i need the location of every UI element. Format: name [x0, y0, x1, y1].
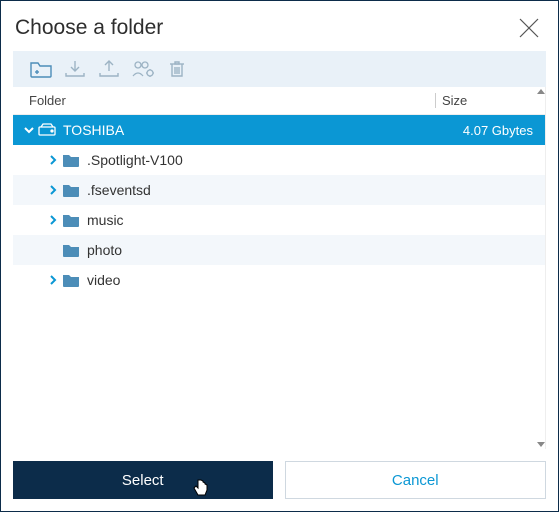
chevron-right-icon[interactable] — [45, 215, 61, 225]
folder-icon — [61, 243, 81, 257]
tree-row-label: video — [87, 272, 435, 288]
new-folder-button[interactable] — [29, 57, 53, 81]
toolbar — [13, 51, 546, 87]
chevron-right-icon[interactable] — [45, 155, 61, 165]
tree-row[interactable]: music — [13, 205, 545, 235]
select-button[interactable]: Select — [13, 461, 273, 499]
tree-row-size: 4.07 Gbytes — [435, 123, 545, 138]
close-button[interactable] — [516, 15, 542, 41]
table-header: Folder Size — [13, 87, 545, 115]
trash-icon — [167, 59, 187, 79]
cancel-button-label: Cancel — [392, 472, 439, 489]
download-button[interactable] — [63, 57, 87, 81]
folder-icon — [61, 273, 81, 287]
folder-icon — [61, 213, 81, 227]
tree-row-label: .fseventsd — [87, 182, 435, 198]
scrollbar[interactable] — [537, 87, 545, 449]
tree-row-label: .Spotlight-V100 — [87, 152, 435, 168]
tree-row-label: TOSHIBA — [63, 122, 435, 138]
dialog-footer: Select Cancel — [1, 449, 558, 511]
tree-row[interactable]: video — [13, 265, 545, 295]
dialog-header: Choose a folder — [1, 1, 558, 51]
folder-chooser-dialog: Choose a folder Folder Size TOSHIBA4.07 … — [1, 1, 558, 511]
folder-plus-icon — [29, 59, 53, 79]
tree-row-label: music — [87, 212, 435, 228]
select-button-label: Select — [122, 472, 164, 489]
tree-row[interactable]: TOSHIBA4.07 Gbytes — [13, 115, 545, 145]
column-folder[interactable]: Folder — [29, 93, 435, 108]
tree-row-label: photo — [87, 242, 435, 258]
scroll-down-icon — [537, 442, 545, 447]
column-size[interactable]: Size — [435, 93, 535, 108]
scroll-up-icon — [537, 89, 545, 94]
permissions-button[interactable] — [131, 57, 155, 81]
upload-button[interactable] — [97, 57, 121, 81]
cancel-button[interactable]: Cancel — [285, 461, 547, 499]
chevron-right-icon[interactable] — [45, 185, 61, 195]
download-icon — [64, 59, 86, 79]
close-icon — [518, 17, 540, 39]
tree-row[interactable]: photo — [13, 235, 545, 265]
chevron-down-icon[interactable] — [21, 125, 37, 135]
cursor-hand-icon — [193, 479, 209, 497]
tree-row[interactable]: .fseventsd — [13, 175, 545, 205]
dialog-title: Choose a folder — [15, 16, 163, 40]
tree-row[interactable]: .Spotlight-V100 — [13, 145, 545, 175]
chevron-right-icon[interactable] — [45, 275, 61, 285]
delete-button[interactable] — [165, 57, 189, 81]
users-gear-icon — [131, 59, 155, 79]
folder-icon — [61, 183, 81, 197]
tree-rows: TOSHIBA4.07 Gbytes.Spotlight-V100.fseven… — [13, 115, 545, 295]
upload-icon — [98, 59, 120, 79]
folder-icon — [61, 153, 81, 167]
drive-icon — [37, 123, 57, 137]
folder-tree: Folder Size TOSHIBA4.07 Gbytes.Spotlight… — [13, 87, 546, 449]
